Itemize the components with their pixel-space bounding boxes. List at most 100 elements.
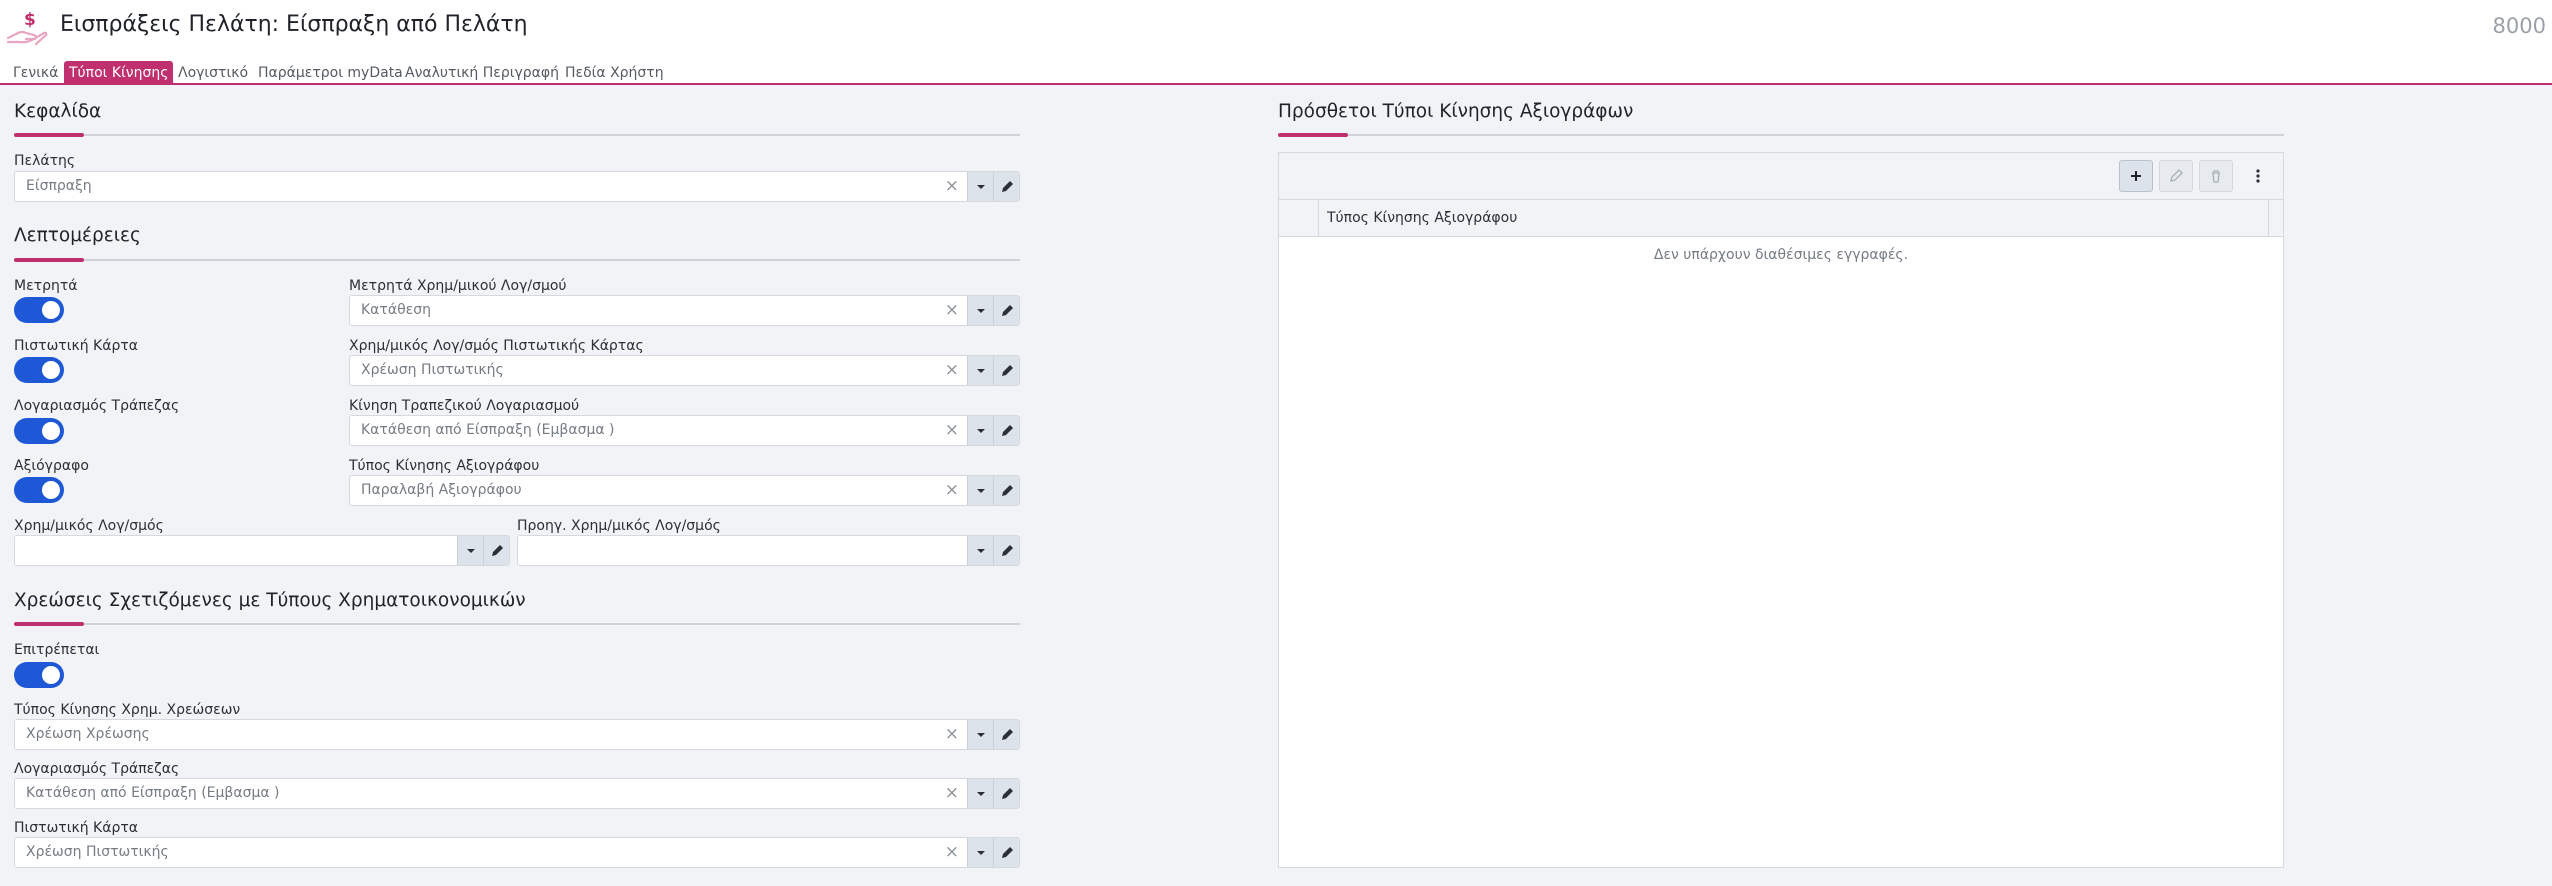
credit-card-toggle[interactable] [14,357,64,383]
credit-card-label: Πιστωτική Κάρτα [14,338,138,354]
charges-bank-account-field[interactable]: Κατάθεση από Είσπραξη (Εμβασμα ) × [14,778,1020,809]
more-options-button[interactable] [2241,160,2275,192]
plus-icon [2131,171,2141,181]
tab-user-fields[interactable]: Πεδία Χρήστη [560,61,669,85]
clear-icon[interactable]: × [945,476,959,505]
tab-bar: Γενικά Τύποι Κίνησης Λογιστικό Παράμετρο… [0,58,2552,85]
svg-text:$: $ [24,10,36,30]
tab-accounting[interactable]: Λογιστικό [173,61,253,85]
pencil-icon[interactable] [993,838,1019,867]
select-all-cell[interactable] [1279,200,1319,236]
add-button[interactable] [2119,160,2153,192]
chevron-down-icon[interactable] [967,416,993,445]
chevron-down-icon[interactable] [967,779,993,808]
chevron-down-icon[interactable] [967,296,993,325]
clear-icon[interactable]: × [945,779,959,808]
pencil-icon[interactable] [993,476,1019,505]
top-bar: $ Εισπράξεις Πελάτη: Είσπραξη από Πελάτη… [0,0,2552,58]
pencil-icon[interactable] [993,356,1019,385]
grid-header: Τύπος Κίνησης Αξιογράφου [1279,200,2283,237]
chevron-down-icon[interactable] [967,720,993,749]
customer-label: Πελάτης [14,153,76,169]
pencil-icon[interactable] [993,416,1019,445]
pencil-icon[interactable] [993,172,1019,201]
charges-section-title: Χρεώσεις Σχετιζόμενες με Τύπους Χρηματοι… [14,590,526,611]
credit-card-account-field[interactable]: Χρέωση Πιστωτικής × [349,355,1020,386]
cash-account-field[interactable]: Κατάθεση × [349,295,1020,326]
cash-toggle[interactable] [14,297,64,323]
details-section-title: Λεπτομέρειες [14,225,141,246]
cash-label: Μετρητά [14,278,78,294]
cheque-label: Αξιόγραφο [14,458,89,474]
hand-money-icon: $ [6,10,48,46]
financial-account-field[interactable] [14,535,510,566]
chevron-down-icon[interactable] [457,536,483,565]
charges-credit-card-field[interactable]: Χρέωση Πιστωτικής × [14,837,1020,868]
allowed-label: Επιτρέπεται [14,642,100,658]
charges-bank-account-label: Λογαριασμός Τράπεζας [14,761,180,777]
credit-card-account-label: Χρημ/μικός Λογ/σμός Πιστωτικής Κάρτας [349,338,644,354]
header-section-title: Κεφαλίδα [14,101,102,122]
customer-field[interactable]: Είσπραξη × [14,171,1020,202]
bank-movement-field[interactable]: Κατάθεση από Είσπραξη (Εμβασμα ) × [349,415,1020,446]
credit-card-account-value: Χρέωση Πιστωτικής [361,362,504,378]
chevron-down-icon[interactable] [967,536,993,565]
clear-icon[interactable]: × [945,838,959,867]
tab-analytic-description[interactable]: Αναλυτική Περιγραφή [400,61,564,85]
tab-movement-types[interactable]: Τύποι Κίνησης [64,61,174,85]
delete-button[interactable] [2199,160,2233,192]
charge-movement-type-value: Χρέωση Χρέωσης [26,726,150,742]
column-header-label: Τύπος Κίνησης Αξιογράφου [1327,210,1518,226]
bank-movement-label: Κίνηση Τραπεζικού Λογαριασμού [349,398,580,414]
pencil-icon[interactable] [483,536,509,565]
charge-movement-type-field[interactable]: Χρέωση Χρέωσης × [14,719,1020,750]
header-section-rule [14,133,1020,137]
chevron-down-icon[interactable] [967,838,993,867]
trash-icon [2212,170,2220,183]
edit-button[interactable] [2159,160,2193,192]
additional-types-grid: Τύπος Κίνησης Αξιογράφου Δεν υπάρχουν δι… [1278,152,2284,868]
pencil-icon[interactable] [993,779,1019,808]
clear-icon[interactable]: × [945,172,959,201]
column-header-cheque-movement-type[interactable]: Τύπος Κίνησης Αξιογράφου [1319,200,2269,236]
chevron-down-icon[interactable] [967,476,993,505]
additional-types-rule [1278,133,2284,137]
tab-general[interactable]: Γενικά [8,61,63,85]
clear-icon[interactable]: × [945,356,959,385]
grid-toolbar [1279,153,2283,200]
cash-account-label: Μετρητά Χρημ/μικού Λογ/σμού [349,278,567,294]
cash-account-value: Κατάθεση [361,302,431,318]
empty-grid-message: Δεν υπάρχουν διαθέσιμες εγγραφές. [1653,247,1909,263]
details-section-rule [14,258,1020,262]
pencil-icon[interactable] [993,536,1019,565]
bank-movement-value: Κατάθεση από Είσπραξη (Εμβασμα ) [361,422,615,438]
bank-account-label: Λογαριασμός Τράπεζας [14,398,180,414]
cheque-movement-type-field[interactable]: Παραλαβή Αξιογράφου × [349,475,1020,506]
charges-bank-account-value: Κατάθεση από Είσπραξη (Εμβασμα ) [26,785,280,801]
pencil-icon[interactable] [993,720,1019,749]
cheque-movement-type-value: Παραλαβή Αξιογράφου [361,482,522,498]
charges-section-rule [14,622,1020,626]
clear-icon[interactable]: × [945,720,959,749]
charge-movement-type-label: Τύπος Κίνησης Χρημ. Χρεώσεων [14,702,241,718]
charges-credit-card-value: Χρέωση Πιστωτικής [26,844,169,860]
additional-types-title: Πρόσθετοι Τύποι Κίνησης Αξιογράφων [1278,101,1634,122]
pencil-icon [2170,169,2183,182]
page-title: Εισπράξεις Πελάτη: Είσπραξη από Πελάτη [60,12,528,37]
charges-credit-card-label: Πιστωτική Κάρτα [14,820,138,836]
record-number: 8000 [2492,14,2546,38]
bank-account-toggle[interactable] [14,418,64,444]
chevron-down-icon[interactable] [967,172,993,201]
clear-icon[interactable]: × [945,296,959,325]
tab-mydata-params[interactable]: Παράμετροι myData [253,61,408,85]
pencil-icon[interactable] [993,296,1019,325]
financial-account-label: Χρημ/μικός Λογ/σμός [14,518,164,534]
more-vertical-icon [2256,169,2260,183]
customer-value: Είσπραξη [26,178,92,194]
allowed-toggle[interactable] [14,662,64,688]
chevron-down-icon[interactable] [967,356,993,385]
clear-icon[interactable]: × [945,416,959,445]
cheque-toggle[interactable] [14,477,64,503]
prev-financial-account-field[interactable] [517,535,1020,566]
cheque-movement-type-label: Τύπος Κίνησης Αξιογράφου [349,458,540,474]
